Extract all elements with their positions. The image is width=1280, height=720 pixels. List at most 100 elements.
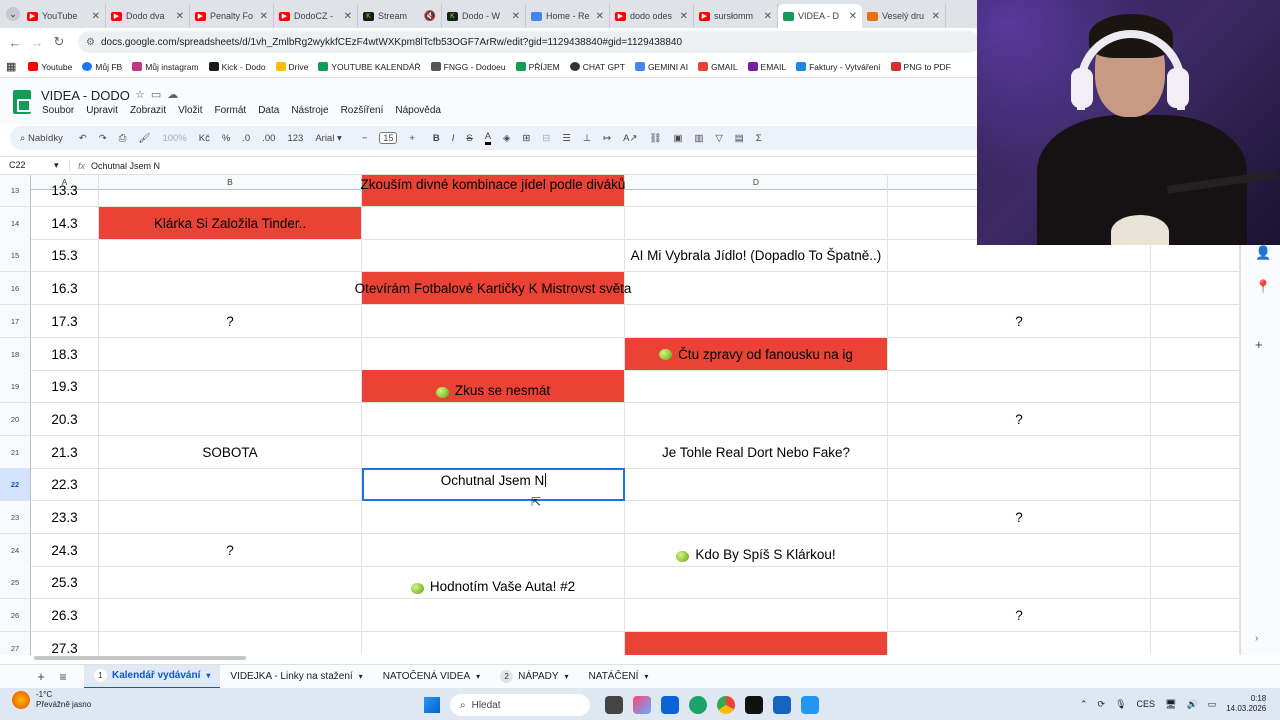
cell-c24[interactable] [362,534,625,567]
cell-c21[interactable] [362,436,625,469]
bookmark[interactable]: Faktury - Vytváření [796,62,881,72]
cell-f25[interactable] [1151,566,1240,599]
sheet-tab-napady[interactable]: 2 NÁPADY ▾ [490,665,578,689]
cell-b24[interactable]: ? [99,534,362,567]
cell-b20[interactable] [99,403,362,436]
cell-e23[interactable]: ? [888,501,1151,534]
move-folder-icon[interactable]: ▭ [151,89,167,101]
cell-e19[interactable] [888,370,1151,403]
network-icon[interactable]: 🖥 [1165,699,1176,710]
horizontal-scrollbar[interactable] [34,656,246,660]
cell-f21[interactable] [1151,436,1240,469]
close-tab-icon[interactable]: ✕ [849,11,857,22]
browser-tab[interactable]: ▶ Dodo dva ✕ [106,4,190,28]
cell-b14[interactable]: Klárka Si Založila Tinder.. [99,207,362,240]
cell-c26[interactable] [362,599,625,632]
bookmark[interactable]: Můj FB [82,62,122,72]
cell-f18[interactable] [1151,338,1240,371]
close-tab-icon[interactable]: ✕ [932,11,940,22]
cell-d24[interactable]: Kdo By Spíš S Klárkou! [625,534,888,567]
bookmark[interactable]: EMAIL [747,62,786,72]
cell-a27[interactable]: 27.3 [31,632,99,655]
bookmark[interactable]: GMAIL [698,62,738,72]
close-tab-icon[interactable]: ✕ [176,11,184,22]
battery-icon[interactable]: ▭ [1208,699,1217,710]
cell-e22[interactable] [888,468,1151,501]
cell-d16[interactable] [625,272,888,305]
cell-b27[interactable] [99,632,362,655]
photos-icon[interactable] [801,696,819,714]
cloud-status-icon[interactable]: ☁ [167,89,184,101]
font-size-increase-icon[interactable]: + [409,133,415,144]
cell-c14[interactable] [362,207,625,240]
cell-c15[interactable] [362,239,625,272]
sheet-tab-natocena-videa[interactable]: NATOČENÁ VIDEA ▾ [373,665,490,689]
cell-d18[interactable]: Čtu zpravy od fanousku na ig [625,338,888,371]
cell-f16[interactable] [1151,272,1240,305]
percent-format-button[interactable]: % [222,133,230,144]
text-color-icon[interactable]: A [484,131,492,145]
merge-cells-icon[interactable]: ⊟ [542,133,550,144]
formula-input[interactable]: Ochutnal Jsem N [91,161,160,171]
cell-c25[interactable]: Hodnotím Vaše Auta! #2 [362,566,625,599]
row-header[interactable]: 27 [0,632,31,655]
row-header[interactable]: 16 [0,272,31,305]
undo-icon[interactable]: ↶ [79,133,87,144]
active-cell-editor[interactable]: Ochutnal Jsem N [362,468,625,501]
outlook-icon[interactable] [661,696,679,714]
number-format-button[interactable]: 123 [287,133,303,144]
name-box[interactable]: C22 ▾ [0,160,70,171]
sheets-logo-icon[interactable] [13,90,31,114]
file-explorer-icon[interactable] [605,696,623,714]
apps-icon[interactable]: ▦ [6,60,16,73]
back-icon[interactable]: ← [4,35,26,50]
cell-d23[interactable] [625,501,888,534]
menu-edit[interactable]: Upravit [86,105,118,116]
language-indicator[interactable]: CES [1137,699,1156,709]
fill-color-icon[interactable]: ◈ [503,133,510,144]
insert-chart-icon[interactable]: ▥ [694,133,703,144]
cell-c13[interactable]: Zkouším divné kombinace jídel podle divá… [361,175,625,207]
all-sheets-icon[interactable]: ≡ [52,670,74,684]
font-size-input[interactable]: 15 [379,132,398,144]
cell-d20[interactable] [625,403,888,436]
cell-b23[interactable] [99,501,362,534]
browser-tab[interactable]: ▶ dodo odes ✕ [610,4,694,28]
cell-a13[interactable]: 13.3 [31,175,99,207]
edge-icon[interactable] [689,696,707,714]
cell-f20[interactable] [1151,403,1240,436]
paint-format-icon[interactable]: 🖌 [138,133,150,144]
row-header[interactable]: 25 [0,566,31,599]
cell-e20[interactable]: ? [888,403,1151,436]
currency-format-button[interactable]: Kč [199,133,210,144]
weather-widget[interactable]: -1°C Převážně jasno [12,690,91,710]
cell-a21[interactable]: 21.3 [31,436,99,469]
bookmark[interactable]: PNG to PDF [890,62,951,72]
cell-f27[interactable] [1151,632,1240,655]
cell-d14[interactable] [625,207,888,240]
vertical-align-icon[interactable]: ⊥ [583,133,591,144]
horizontal-align-icon[interactable]: ☰ [562,133,571,144]
cell-d26[interactable] [625,599,888,632]
bookmark[interactable]: PŘÍJEM [515,62,560,72]
sheet-tab-videjka[interactable]: VIDEJKA - Linky na stažení ▾ [220,665,372,689]
cell-c16[interactable]: Otevírám Fotbalové Kartičky K Mistrovst … [355,272,631,305]
clock[interactable]: 0:18 14.03.2026 [1226,694,1266,714]
cell-b15[interactable] [99,239,362,272]
sync-icon[interactable]: ⟳ [1098,699,1106,710]
cell-e16[interactable] [888,272,1151,305]
cell-f24[interactable] [1151,534,1240,567]
cell-b19[interactable] [99,370,362,403]
close-tab-icon[interactable]: ✕ [260,11,268,22]
cell-b21[interactable]: SOBOTA [99,436,362,469]
bookmark[interactable]: YOUTUBE KALENDÁŘ [318,62,421,72]
cell-d17[interactable] [625,305,888,338]
decrease-decimal-button[interactable]: .0 [242,133,250,144]
close-tab-icon[interactable]: ✕ [512,11,520,22]
cell-a17[interactable]: 17.3 [31,305,99,338]
cell-b25[interactable] [99,566,362,599]
cell-a25[interactable]: 25.3 [31,566,99,599]
insert-link-icon[interactable]: ⛓ [649,133,661,144]
cell-a23[interactable]: 23.3 [31,501,99,534]
close-tab-icon[interactable]: ✕ [764,11,772,22]
